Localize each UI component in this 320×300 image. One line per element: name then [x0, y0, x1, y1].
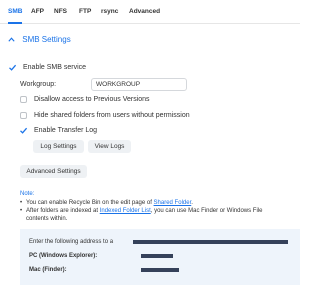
tab-advanced-label: Advanced — [129, 8, 161, 15]
smb-settings-header[interactable]: SMB Settings — [8, 34, 71, 46]
service-tabs: SMB AFP NFS FTP rsync Advanced — [0, 0, 300, 24]
address-intro: Enter the following address to a — [29, 237, 113, 247]
tab-afp-label: AFP — [31, 8, 44, 15]
shared-folder-link[interactable]: Shared Folder — [154, 200, 192, 206]
view-logs-button[interactable]: View Logs — [88, 140, 131, 153]
note-line-indexed-folders: • After folders are indexed at Indexed F… — [20, 207, 298, 215]
note-title: Note: — [20, 191, 35, 197]
tab-afp[interactable]: AFP — [31, 0, 44, 23]
network-address-box: Enter the following address to a PC (Win… — [20, 229, 300, 285]
note-line1-text: You can enable Recycle Bin on the edit p… — [26, 200, 154, 206]
tab-rsync[interactable]: rsync — [101, 0, 118, 23]
redacted-text — [133, 240, 288, 244]
address-intro-text: Enter the following address to a — [29, 239, 114, 245]
note-line2-text: After folders are indexed at — [26, 208, 100, 214]
bullet-icon: • — [20, 200, 23, 206]
windows-explorer-label: PC (Windows Explorer): — [29, 253, 98, 259]
workgroup-input[interactable]: WORKGROUP — [91, 78, 187, 91]
disallow-previous-versions-label: Disallow access to Previous Versions — [34, 96, 150, 103]
tab-ftp[interactable]: FTP — [79, 0, 91, 23]
note-line2-suffix: , you can use Mac Finder or Windows File — [150, 208, 263, 214]
note-line2-continuation: contents within. — [26, 216, 68, 222]
tab-smb-label: SMB — [8, 8, 23, 15]
tab-rsync-label: rsync — [101, 8, 119, 15]
redacted-mac-address — [141, 268, 179, 272]
chevron-up-icon — [8, 34, 15, 46]
tab-nfs[interactable]: NFS — [54, 0, 67, 23]
mac-finder-label: Mac (Finder): — [29, 267, 67, 273]
bullet-icon: • — [20, 208, 23, 214]
note-line-recycle-bin: • You can enable Recycle Bin on the edit… — [20, 199, 298, 207]
note-section: Note: • You can enable Recycle Bin on th… — [20, 190, 298, 223]
section-title: SMB Settings — [22, 35, 71, 44]
log-settings-button[interactable]: Log Settings — [33, 140, 84, 153]
checkmark-icon — [20, 127, 28, 134]
tab-advanced[interactable]: Advanced — [129, 0, 160, 23]
tab-nfs-label: NFS — [54, 8, 67, 15]
tab-smb[interactable]: SMB — [8, 0, 23, 24]
active-tab-indicator — [8, 22, 23, 24]
workgroup-label: Workgroup: — [20, 81, 57, 88]
checkbox-box — [20, 96, 27, 103]
enable-smb-label: Enable SMB service — [23, 64, 87, 71]
advanced-settings-button[interactable]: Advanced Settings — [20, 165, 87, 178]
indexed-folder-list-link[interactable]: Indexed Folder List — [100, 208, 151, 214]
hide-shared-folders-label: Hide shared folders from users without p… — [34, 112, 190, 119]
checkmark-icon — [9, 64, 17, 71]
tab-ftp-label: FTP — [79, 8, 92, 15]
redacted-windows-address — [141, 254, 173, 258]
note-line1-suffix: . — [191, 200, 193, 206]
checkbox-box — [20, 112, 27, 119]
enable-transfer-log-label: Enable Transfer Log — [34, 127, 98, 134]
